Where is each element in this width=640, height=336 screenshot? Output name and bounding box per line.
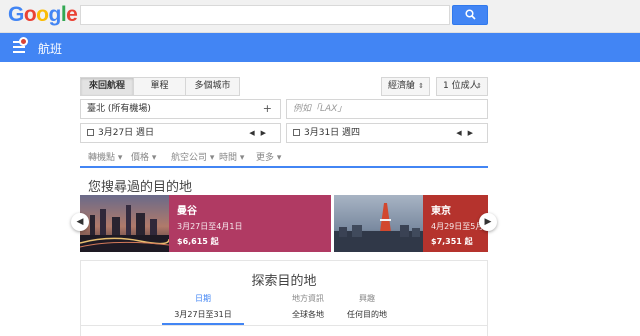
chevron-left-icon: ◀ [76, 217, 84, 227]
origin-value: 臺北 (所有機場) [87, 104, 151, 114]
filter-bar: 轉機點 ▾ 價格 ▾ 航空公司 ▾ 時間 ▾ 更多 ▾ [80, 146, 488, 166]
depart-date-field[interactable]: 3月27日 週日 ◀▶ [80, 123, 281, 143]
passenger-value: 1 位成人 [443, 81, 479, 91]
tab-dates[interactable]: 日期 3月27日至31日 [162, 293, 244, 320]
logo-letter: o [36, 3, 49, 26]
origin-input[interactable]: 臺北 (所有機場) + [80, 99, 281, 119]
date-nav-arrows-icon[interactable]: ◀▶ [456, 124, 479, 142]
passenger-select[interactable]: 1 位成人 ⇕ [436, 77, 488, 96]
cabin-class-select[interactable]: 經濟艙 ⇕ [381, 77, 430, 96]
logo-letter: G [8, 3, 24, 26]
recent-destinations-heading: 您搜尋過的目的地 [88, 180, 193, 195]
search-input[interactable] [80, 5, 450, 25]
chevron-right-icon: ▶ [484, 217, 492, 227]
destination-city: 曼谷 [177, 206, 197, 217]
return-date-field[interactable]: 3月31日 週四 ◀▶ [286, 123, 488, 143]
google-bar: Google [0, 0, 640, 33]
destination-input[interactable]: 例如「LAX」 [286, 99, 488, 119]
cabin-class-value: 經濟艙 [388, 81, 416, 91]
filter-stops[interactable]: 轉機點 ▾ [88, 150, 122, 163]
logo-letter: o [23, 3, 37, 26]
destination-card-tokyo[interactable]: 東京 4月29日至5月 $7,351 起 [334, 195, 488, 252]
search-button[interactable] [452, 5, 488, 25]
tokyo-photo [334, 195, 423, 252]
destination-info: 曼谷 3月27日至4月1日 $6,615 起 [169, 195, 331, 252]
trip-type-round-trip[interactable]: 來回航程 [80, 77, 134, 96]
destination-price: $6,615 起 [177, 237, 219, 246]
add-icon[interactable]: + [263, 100, 272, 118]
notification-badge-icon [19, 37, 28, 46]
carousel-next-button[interactable]: ▶ [479, 213, 497, 231]
destination-dates: 3月27日至4月1日 [177, 222, 243, 231]
filter-airline[interactable]: 航空公司 ▾ [171, 150, 214, 163]
destination-price: $7,351 起 [431, 237, 473, 246]
logo-letter: g [48, 3, 62, 26]
tab-label: 日期 [195, 294, 211, 303]
filter-time[interactable]: 時間 ▾ [219, 150, 244, 163]
calendar-icon [293, 129, 300, 136]
tab-label: 興趣 [359, 294, 375, 303]
tab-interests[interactable]: 興趣 任何目的地 [326, 293, 408, 320]
trip-type-one-way[interactable]: 單程 [133, 77, 186, 96]
app-header: 航班 [0, 33, 640, 62]
updown-icon: ⇕ [476, 82, 482, 90]
search-icon [465, 9, 476, 20]
explore-title: 探索目的地 [251, 274, 317, 289]
filter-price[interactable]: 價格 ▾ [131, 150, 156, 163]
calendar-icon [87, 129, 94, 136]
destination-city: 東京 [431, 206, 451, 217]
logo-letter: e [66, 3, 78, 26]
tab-value: 任何目的地 [347, 310, 387, 319]
divider [81, 325, 487, 326]
app-title: 航班 [38, 42, 63, 56]
tab-value: 3月27日至31日 [174, 310, 232, 319]
updown-icon: ⇕ [418, 82, 424, 90]
destination-card-bangkok[interactable]: 曼谷 3月27日至4月1日 $6,615 起 [80, 195, 331, 252]
date-nav-arrows-icon[interactable]: ◀▶ [249, 124, 272, 142]
depart-date-value: 3月27日 週日 [98, 128, 155, 138]
carousel-prev-button[interactable]: ◀ [71, 213, 89, 231]
bangkok-photo [80, 195, 169, 252]
filter-underline [80, 166, 488, 168]
return-date-value: 3月31日 週四 [304, 128, 361, 138]
google-logo[interactable]: Google [8, 3, 78, 27]
trip-type-multi-city[interactable]: 多個城市 [185, 77, 240, 96]
explore-destinations-panel: 探索目的地 日期 3月27日至31日 地方資訊 全球各地 興趣 任何目的地 [80, 260, 488, 336]
filter-more[interactable]: 更多 ▾ [256, 150, 281, 163]
